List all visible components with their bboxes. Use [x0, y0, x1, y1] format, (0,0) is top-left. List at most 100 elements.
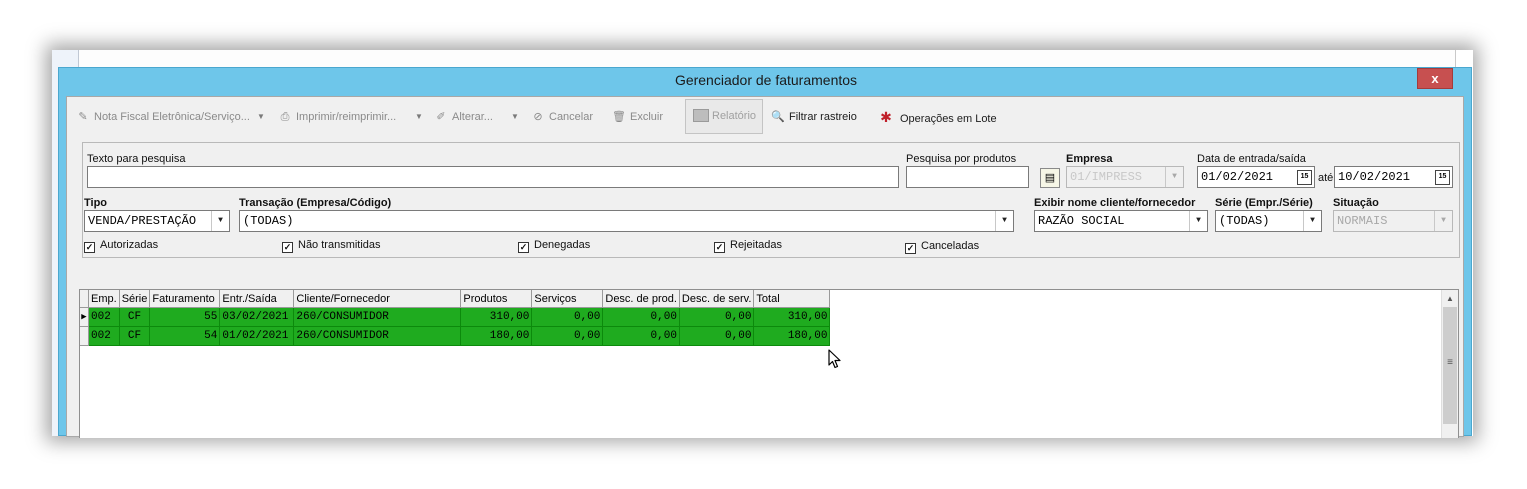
grid-vertical-scrollbar[interactable]: ▲ ≡ — [1441, 290, 1458, 438]
close-button[interactable]: x — [1417, 68, 1453, 89]
situation-value: NORMAIS — [1337, 214, 1388, 228]
print-label: Imprimir/reimprimir... — [296, 111, 397, 123]
date-to-input[interactable]: 10/02/2021 15 — [1334, 166, 1453, 188]
billing-grid: Emp. Série Faturamento Entr./Saída Clien… — [79, 289, 1459, 438]
delete-button[interactable]: 🗑 Excluir — [611, 108, 663, 126]
series-select[interactable]: (TODAS) ▼ — [1215, 210, 1322, 232]
chevron-down-icon[interactable]: ▼ — [1303, 211, 1321, 231]
column-header-desc-prod[interactable]: Desc. de prod. — [602, 290, 680, 308]
chevron-down-icon[interactable]: ▼ — [995, 211, 1013, 231]
client-name-label: Exibir nome cliente/fornecedor — [1034, 197, 1196, 209]
chevron-down-icon: ▼ — [511, 112, 519, 121]
chevron-down-icon[interactable]: ▼ — [1434, 211, 1452, 231]
checkbox-rejected[interactable]: ✓ Rejeitadas — [714, 239, 782, 253]
column-header-entr-saida[interactable]: Entr./Saída — [219, 290, 295, 308]
scroll-up-icon[interactable]: ▲ — [1442, 290, 1458, 307]
cell-total[interactable]: 310,00 — [753, 307, 831, 327]
row-indicator-header — [80, 290, 89, 308]
situation-select[interactable]: NORMAIS ▼ — [1333, 210, 1453, 232]
transaction-label: Transação (Empresa/Código) — [239, 197, 392, 209]
cell-servicos[interactable]: 0,00 — [531, 307, 604, 327]
cell-faturamento[interactable]: 55 — [149, 307, 221, 327]
checkbox-not-transmitted[interactable]: ✓ Não transmitidas — [282, 239, 381, 253]
trash-icon: 🗑 — [612, 111, 626, 123]
cell-produtos[interactable]: 180,00 — [460, 326, 533, 346]
cell-data[interactable]: 03/02/2021 — [219, 307, 295, 327]
date-from-input[interactable]: 01/02/2021 15 — [1197, 166, 1315, 188]
checkbox-checked-icon[interactable]: ✓ — [84, 242, 95, 253]
column-header-faturamento[interactable]: Faturamento — [149, 290, 221, 308]
cell-emp[interactable]: 002 — [88, 326, 120, 346]
cell-faturamento[interactable]: 54 — [149, 326, 221, 346]
checkbox-canceled[interactable]: ✓ Canceladas — [905, 240, 979, 254]
chevron-down-icon[interactable]: ▼ — [1165, 167, 1183, 187]
company-select[interactable]: 01/IMPRESS ▼ — [1066, 166, 1184, 188]
print-button[interactable]: ⎙ Imprimir/reimprimir... — [277, 108, 397, 126]
checkbox-checked-icon[interactable]: ✓ — [282, 242, 293, 253]
date-from-value: 01/02/2021 — [1201, 170, 1274, 184]
cell-produtos[interactable]: 310,00 — [460, 307, 533, 327]
nfe-button[interactable]: ✎ Nota Fiscal Eletrônica/Serviço... — [75, 108, 250, 126]
date-to-value: 10/02/2021 — [1338, 170, 1411, 184]
chevron-down-icon[interactable]: ▼ — [211, 211, 229, 231]
calendar-icon[interactable]: 15 — [1435, 170, 1450, 185]
cancel-button[interactable]: ⊘ Cancelar — [530, 108, 593, 126]
checkbox-denied[interactable]: ✓ Denegadas — [518, 239, 590, 253]
type-label: Tipo — [84, 197, 108, 209]
alter-button[interactable]: ✐ Alterar... — [433, 108, 493, 126]
cell-serie[interactable]: CF — [119, 307, 151, 327]
billing-manager-dialog: Gerenciador de faturamentos x ✎ Nota Fisc… — [58, 67, 1472, 438]
column-header-desc-serv[interactable]: Desc. de serv. — [679, 290, 755, 308]
series-value: (TODAS) — [1219, 214, 1270, 228]
client-name-select[interactable]: RAZÃO SOCIAL ▼ — [1034, 210, 1208, 232]
chevron-down-icon: ▼ — [415, 112, 423, 121]
column-header-cliente[interactable]: Cliente/Fornecedor — [293, 290, 462, 308]
checkbox-checked-icon[interactable]: ✓ — [905, 243, 916, 254]
cell-desc-serv[interactable]: 0,00 — [679, 326, 755, 346]
cell-desc-serv[interactable]: 0,00 — [679, 307, 755, 327]
report-label: Relatório — [712, 110, 757, 122]
cell-desc-prod[interactable]: 0,00 — [602, 326, 680, 346]
series-label: Série (Empr./Série) — [1215, 197, 1313, 209]
chevron-down-icon: ▼ — [257, 112, 265, 121]
mouse-cursor-icon — [828, 349, 841, 369]
date-range-label: Data de entrada/saída — [1197, 153, 1306, 165]
dialog-title: Gerenciador de faturamentos — [674, 72, 858, 88]
cell-emp[interactable]: 002 — [88, 307, 120, 327]
magnifier-icon: 🔍 — [771, 111, 785, 123]
column-header-servicos[interactable]: Serviços — [531, 290, 604, 308]
search-input[interactable] — [87, 166, 899, 188]
table-row[interactable]: 002 CF 54 01/02/2021 260/CONSUMIDOR 180,… — [80, 326, 831, 346]
type-select[interactable]: VENDA/PRESTAÇÃO ▼ — [84, 210, 230, 232]
column-header-total[interactable]: Total — [753, 290, 831, 308]
column-header-serie[interactable]: Série — [119, 290, 151, 308]
cell-cliente[interactable]: 260/CONSUMIDOR — [293, 326, 462, 346]
cell-total[interactable]: 180,00 — [753, 326, 831, 346]
checkbox-checked-icon[interactable]: ✓ — [714, 242, 725, 253]
cell-serie[interactable]: CF — [119, 326, 151, 346]
row-indicator — [80, 326, 89, 346]
batch-operations-button[interactable]: ✱ Operações em Lote — [875, 108, 997, 126]
product-search-input[interactable] — [906, 166, 1029, 188]
calendar-icon[interactable]: 15 — [1297, 170, 1312, 185]
chevron-down-icon[interactable]: ▼ — [1189, 211, 1207, 231]
product-lookup-icon[interactable]: ▤ — [1040, 168, 1060, 188]
checkbox-authorized[interactable]: ✓ Autorizadas — [84, 239, 158, 253]
column-header-emp[interactable]: Emp. — [88, 290, 120, 308]
cancel-circle-icon: ⊘ — [533, 111, 543, 123]
column-header-produtos[interactable]: Produtos — [460, 290, 533, 308]
filter-tracking-button[interactable]: 🔍 Filtrar rastreio — [770, 108, 857, 126]
checkbox-label: Rejeitadas — [730, 239, 782, 251]
transaction-value: (TODAS) — [243, 214, 294, 228]
checkbox-checked-icon[interactable]: ✓ — [518, 242, 529, 253]
cell-servicos[interactable]: 0,00 — [531, 326, 604, 346]
transaction-select[interactable]: (TODAS) ▼ — [239, 210, 1014, 232]
cell-cliente[interactable]: 260/CONSUMIDOR — [293, 307, 462, 327]
report-button[interactable]: Relatório — [685, 99, 763, 134]
checkbox-label: Autorizadas — [100, 239, 159, 251]
cell-data[interactable]: 01/02/2021 — [219, 326, 295, 346]
table-row[interactable]: ▶ 002 CF 55 03/02/2021 260/CONSUMIDOR 31… — [80, 307, 831, 327]
cell-desc-prod[interactable]: 0,00 — [602, 307, 680, 327]
cancel-label: Cancelar — [549, 111, 594, 123]
checkbox-label: Não transmitidas — [298, 239, 381, 251]
